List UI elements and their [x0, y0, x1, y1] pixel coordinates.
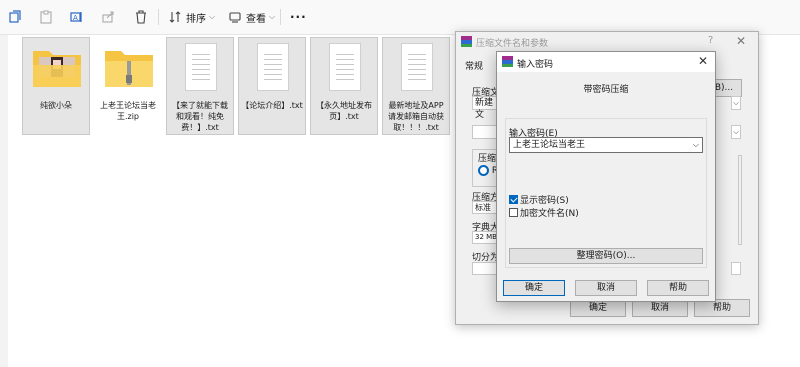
file-name: 纯欲小朵	[40, 101, 72, 110]
toolbar-divider	[158, 9, 159, 25]
file-name: 最新地址及APP请发邮箱自动获取！！！.txt	[388, 101, 444, 132]
copy-path-icon[interactable]	[8, 7, 22, 27]
rename-icon[interactable]: A	[70, 7, 84, 27]
close-icon[interactable]: ✕	[698, 54, 708, 68]
chevron-down-icon[interactable]: ⌵	[693, 138, 699, 152]
encrypt-filenames-label[interactable]: 加密文件名(N)	[520, 206, 579, 219]
file-tile[interactable]: 纯欲小朵	[22, 37, 90, 135]
file-tile[interactable]: 最新地址及APP请发邮箱自动获取！！！.txt	[382, 37, 450, 135]
password-cancel-button[interactable]: 取消	[575, 280, 637, 296]
toolbar-divider	[280, 9, 281, 25]
view-label: 查看	[246, 13, 266, 25]
chevron-down-icon[interactable]: ⌵	[731, 96, 741, 110]
radio-selected-icon	[478, 165, 489, 176]
file-name: 上老王论坛当老王.zip	[100, 101, 156, 121]
sort-label: 排序	[186, 13, 206, 25]
zip-folder-icon	[105, 51, 153, 87]
file-name: 【论坛介绍】.txt	[241, 101, 303, 110]
chevron-down-icon: ⌵	[269, 12, 276, 21]
chevron-down-icon[interactable]: ⌵	[731, 125, 741, 139]
enter-password-dialog: 输入密码 ✕ 带密码压缩 输入密码(E) 上老王论坛当老王 ⌵ 显示密码(S) …	[496, 51, 716, 302]
view-icon	[229, 12, 241, 23]
password-value: 上老王论坛当老王	[513, 140, 586, 150]
format-group-label: 压缩	[478, 154, 497, 164]
options-group-edge	[738, 155, 742, 245]
file-name: 【来了就能下载和观看！纯免费！】.txt	[172, 101, 228, 132]
text-file-icon	[401, 43, 433, 91]
winrar-icon	[502, 56, 513, 67]
view-button[interactable]: 查看 ⌵	[228, 7, 275, 27]
help-icon[interactable]: ?	[708, 35, 713, 46]
navigation-pane-edge	[0, 35, 8, 367]
chevron-down-icon: ⌵	[209, 12, 216, 21]
close-icon[interactable]: ✕	[736, 34, 746, 48]
photo-folder-icon	[33, 51, 81, 87]
show-password-checkbox[interactable]	[509, 195, 518, 204]
delete-icon[interactable]	[134, 7, 148, 27]
text-file-icon	[257, 43, 289, 91]
dialog-titlebar[interactable]: 输入密码 ✕	[497, 52, 715, 72]
dialog-heading: 带密码压缩	[583, 85, 629, 95]
dialog-title: 压缩文件名和参数	[476, 39, 549, 49]
file-tile[interactable]: 上老王论坛当老王.zip	[94, 37, 162, 135]
sort-button[interactable]: 排序 ⌵	[168, 7, 215, 27]
password-input[interactable]: 上老王论坛当老王 ⌵	[509, 137, 703, 153]
password-help-button[interactable]: 帮助	[647, 280, 709, 296]
text-file-icon	[329, 43, 361, 91]
file-name: 【永久地址发布页】.txt	[316, 101, 372, 121]
tab-general[interactable]: 常规	[465, 59, 483, 72]
encrypt-filenames-checkbox[interactable]	[509, 208, 518, 217]
file-tile[interactable]: 【永久地址发布页】.txt	[310, 37, 378, 135]
more-options-button[interactable]: ···	[290, 7, 307, 27]
show-password-label[interactable]: 显示密码(S)	[520, 193, 569, 206]
explorer-toolbar: A 排序 ⌵ 查看 ⌵ ···	[0, 0, 800, 35]
organize-passwords-button[interactable]: 整理密码(O)...	[509, 248, 703, 264]
password-ok-button[interactable]: 确定	[503, 280, 565, 296]
share-icon[interactable]	[101, 7, 115, 27]
split-units-select[interactable]	[731, 262, 741, 275]
dialog-title: 输入密码	[517, 60, 554, 70]
paste-icon[interactable]	[39, 7, 53, 27]
text-file-icon	[185, 43, 217, 91]
file-tile[interactable]: 【来了就能下载和观看！纯免费！】.txt	[166, 37, 234, 135]
winrar-icon	[461, 36, 472, 47]
file-tile[interactable]: 【论坛介绍】.txt	[238, 37, 306, 135]
svg-text:A: A	[73, 14, 78, 22]
sort-icon	[169, 11, 181, 23]
